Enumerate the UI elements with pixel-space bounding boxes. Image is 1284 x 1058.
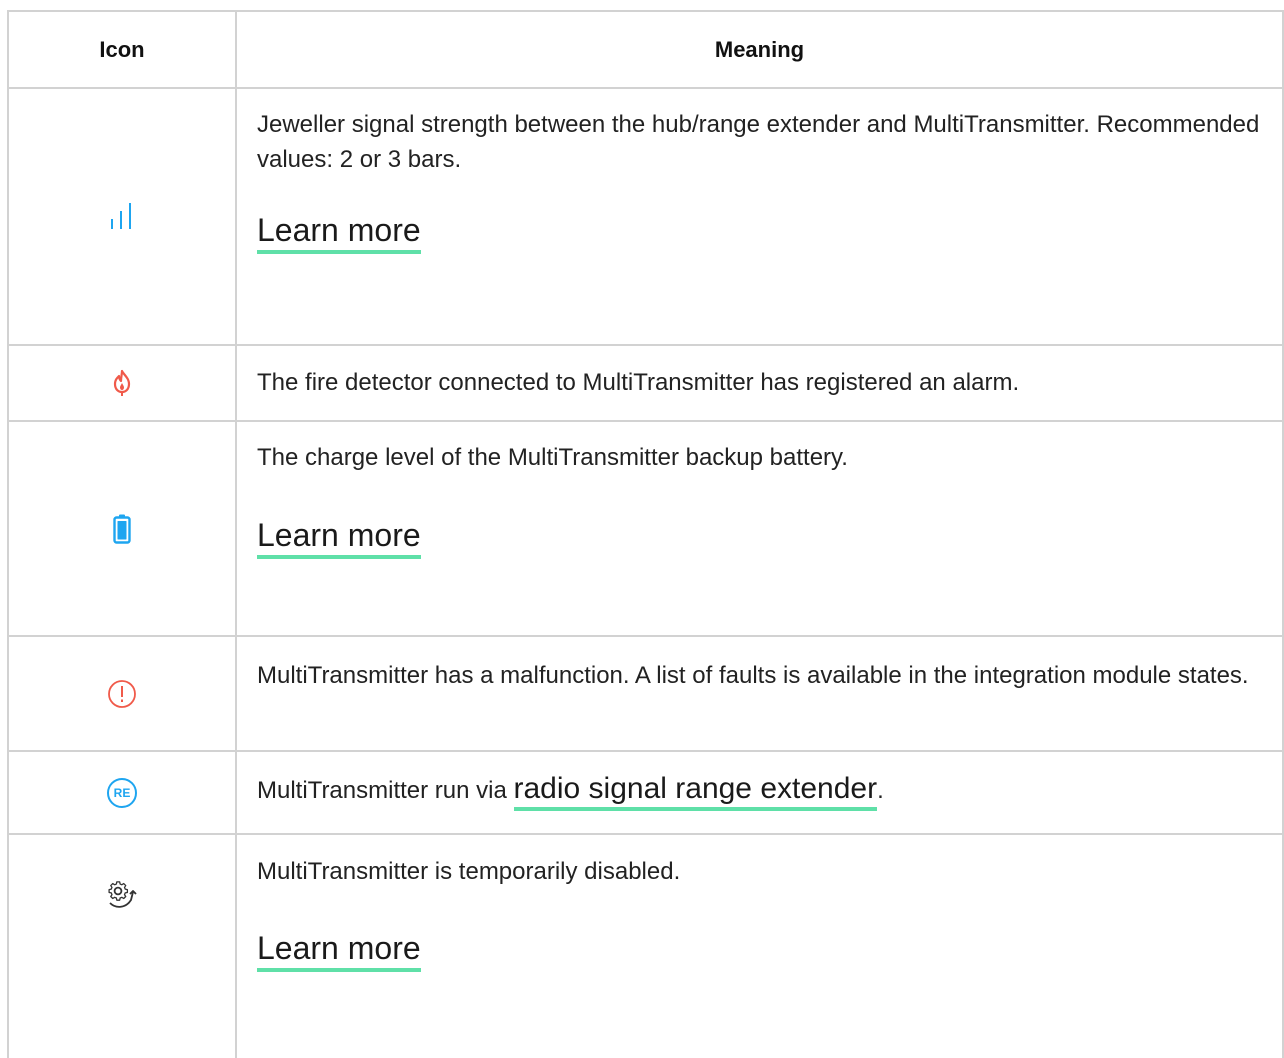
table-row-icon-cell [9,637,235,750]
column-divider [235,10,237,1058]
icon-meaning-table: Icon Meaning Jeweller signal strength be… [7,10,1284,1058]
table-row-meaning-cell: MultiTransmitter is temporarily disabled… [257,854,1267,972]
row-text-before: MultiTransmitter run via [257,777,514,804]
range-extender-icon-text: RE [113,785,131,800]
learn-more-link[interactable]: Learn more [257,929,421,972]
row-text: The fire detector connected to MultiTran… [257,369,1020,396]
header-meaning: Meaning [714,36,805,62]
learn-more-link[interactable]: Learn more [257,211,421,254]
malfunction-icon [108,679,136,708]
row-text: Jeweller signal strength between the hub… [257,111,1260,173]
battery-icon [113,514,131,544]
table-row-meaning-cell: The charge level of the MultiTransmitter… [257,440,1267,559]
fire-alarm-icon [113,369,131,396]
row-text: MultiTransmitter run via radio signal ra… [257,769,1267,811]
learn-more-link[interactable]: Learn more [257,516,421,559]
table-row-meaning-cell: The fire detector connected to MultiTran… [257,365,1267,400]
row-text: MultiTransmitter is temporarily disabled… [257,858,681,885]
row-text-after: . [877,777,884,804]
signal-strength-icon [111,202,131,229]
table-row-icon-cell: RE [9,752,235,833]
table-row-meaning-cell: MultiTransmitter run via radio signal ra… [257,769,1267,811]
table-row-icon-cell [9,346,235,420]
row-text: MultiTransmitter has a malfunction. A li… [257,662,1249,689]
table-row-icon-cell [9,89,235,344]
temporarily-disabled-icon [108,881,137,908]
range-extender-icon: RE [107,777,137,808]
table-row-icon-cell [9,835,235,1058]
row-text: The charge level of the MultiTransmitter… [257,444,848,471]
table-row-meaning-cell: Jeweller signal strength between the hub… [257,107,1267,254]
header-icon: Icon [99,36,145,62]
table-row-icon-cell [9,422,235,635]
range-extender-link[interactable]: radio signal range extender [513,772,878,811]
table-row-meaning-cell: MultiTransmitter has a malfunction. A li… [257,658,1267,693]
